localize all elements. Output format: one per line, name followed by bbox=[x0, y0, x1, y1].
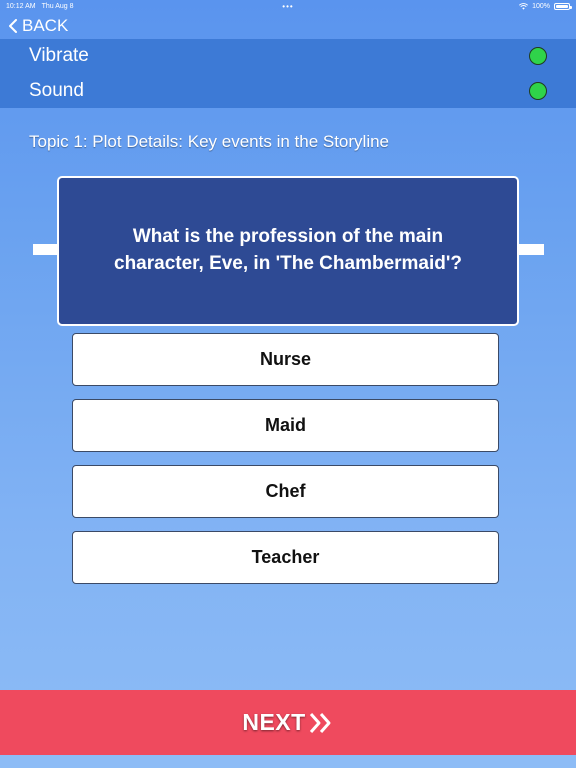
card-right-decoration bbox=[517, 244, 544, 255]
answer-option-maid[interactable]: Maid bbox=[72, 399, 499, 452]
question-card: What is the profession of the main chara… bbox=[57, 176, 519, 326]
nav-bar: BACK bbox=[0, 12, 576, 39]
vibrate-setting[interactable]: Vibrate bbox=[0, 39, 576, 74]
question-text: What is the profession of the main chara… bbox=[114, 226, 462, 274]
status-date: Thu Aug 8 bbox=[41, 2, 74, 10]
multitasking-dots[interactable]: ••• bbox=[282, 2, 293, 11]
bottom-strip bbox=[0, 755, 576, 768]
status-time: 10:12 AM bbox=[6, 2, 36, 10]
wifi-icon bbox=[519, 2, 529, 10]
sound-label: Sound bbox=[29, 79, 84, 101]
topic-title: Topic 1: Plot Details: Key events in the… bbox=[29, 132, 390, 151]
vibrate-toggle[interactable] bbox=[529, 47, 547, 66]
back-label: BACK bbox=[22, 15, 69, 35]
double-chevron-right-icon bbox=[309, 712, 331, 733]
card-left-decoration bbox=[33, 244, 59, 255]
answer-option-nurse[interactable]: Nurse bbox=[72, 333, 499, 386]
status-bar: 10:12 AM Thu Aug 8 ••• 100% bbox=[0, 0, 576, 12]
answer-option-chef[interactable]: Chef bbox=[72, 465, 499, 518]
battery-percent: 100% bbox=[532, 2, 550, 10]
next-button[interactable]: NEXT bbox=[0, 690, 576, 755]
answer-option-teacher[interactable]: Teacher bbox=[72, 531, 499, 584]
next-label: NEXT bbox=[242, 709, 306, 735]
sound-setting[interactable]: Sound bbox=[0, 74, 576, 109]
sound-toggle[interactable] bbox=[529, 81, 547, 100]
battery-icon bbox=[554, 2, 572, 10]
chevron-left-icon bbox=[9, 18, 17, 33]
back-button[interactable]: BACK bbox=[8, 16, 68, 36]
settings-panel: Vibrate Sound bbox=[0, 39, 576, 108]
vibrate-label: Vibrate bbox=[29, 45, 89, 67]
